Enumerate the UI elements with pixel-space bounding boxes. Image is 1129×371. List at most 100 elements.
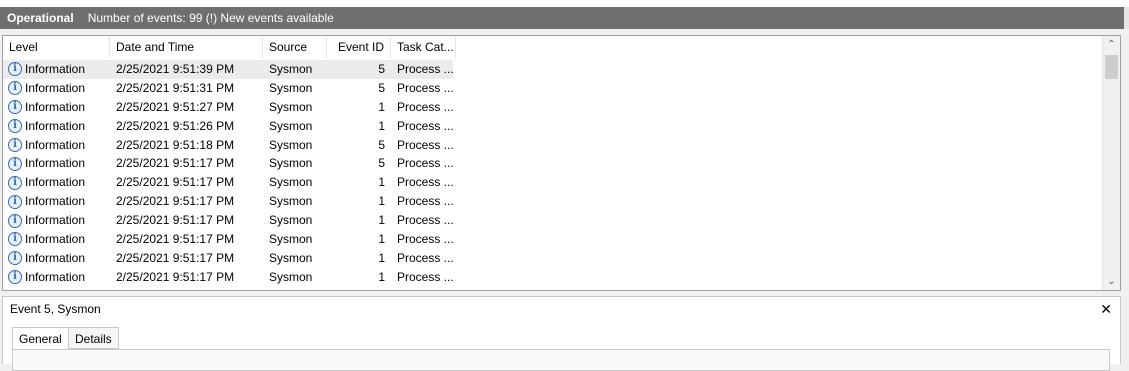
source-cell: Sysmon: [269, 232, 313, 247]
source-cell: Sysmon: [269, 156, 313, 171]
close-icon[interactable]: ✕: [1100, 297, 1112, 321]
level-cell: i Information: [8, 230, 85, 249]
column-header-level[interactable]: Level: [3, 36, 110, 58]
information-icon: i: [8, 100, 22, 115]
level-cell: i Information: [8, 211, 85, 230]
date-time-cell: 2/25/2021 9:51:17 PM: [116, 232, 235, 247]
column-header-task-category[interactable]: Task Cat...: [391, 36, 456, 58]
column-header-event-id[interactable]: Event ID: [327, 36, 391, 58]
event-id-cell: 1: [378, 250, 385, 265]
table-row[interactable]: i Information 2/25/2021 9:51:27 PM Sysmo…: [3, 98, 1103, 117]
table-row[interactable]: i Information 2/25/2021 9:51:26 PM Sysmo…: [3, 117, 1103, 136]
level-cell: i Information: [8, 249, 85, 268]
event-id-cell: 1: [378, 213, 385, 228]
task-category-cell: Process ...: [397, 99, 454, 114]
source-cell: Sysmon: [269, 99, 313, 114]
column-header-date-time[interactable]: Date and Time: [110, 36, 263, 58]
source-cell: Sysmon: [269, 118, 313, 133]
event-list: Level Date and Time Source Event ID Task…: [2, 35, 1121, 291]
chevron-up-icon[interactable]: ⌃: [1103, 36, 1120, 53]
task-category-cell: Process ...: [397, 156, 454, 171]
source-cell: Sysmon: [269, 269, 313, 284]
level-text: Information: [25, 213, 86, 228]
scrollbar-thumb[interactable]: [1105, 55, 1118, 79]
information-icon: i: [8, 175, 22, 190]
vertical-scrollbar[interactable]: ⌃ ⌄: [1102, 36, 1120, 290]
event-id-cell: 5: [378, 156, 385, 171]
level-text: Information: [25, 250, 86, 265]
event-id-cell: 1: [378, 118, 385, 133]
task-category-cell: Process ...: [397, 250, 454, 265]
tab-content: [12, 349, 1110, 371]
level-cell: i Information: [8, 60, 85, 79]
date-time-cell: 2/25/2021 9:51:26 PM: [116, 118, 235, 133]
date-time-cell: 2/25/2021 9:51:31 PM: [116, 80, 235, 95]
level-text: Information: [25, 156, 86, 171]
level-cell: i Information: [8, 154, 85, 173]
information-icon: i: [8, 194, 22, 209]
table-row[interactable]: i Information 2/25/2021 9:51:39 PM Sysmo…: [3, 60, 1103, 79]
table-row[interactable]: i Information 2/25/2021 9:51:17 PM Sysmo…: [3, 249, 1103, 268]
event-detail-header: Event 5, Sysmon ✕: [2, 296, 1121, 321]
level-text: Information: [25, 118, 86, 133]
tab-general[interactable]: General: [12, 327, 69, 350]
source-cell: Sysmon: [269, 250, 313, 265]
table-row[interactable]: i Information 2/25/2021 9:51:17 PM Sysmo…: [3, 268, 1103, 287]
table-row[interactable]: i Information 2/25/2021 9:51:17 PM Sysmo…: [3, 230, 1103, 249]
source-cell: Sysmon: [269, 175, 313, 190]
event-id-cell: 5: [378, 62, 385, 76]
date-time-cell: 2/25/2021 9:51:17 PM: [116, 194, 235, 209]
date-time-cell: 2/25/2021 9:51:17 PM: [116, 175, 235, 190]
event-id-cell: 1: [378, 194, 385, 209]
tab-details[interactable]: Details: [68, 327, 119, 349]
date-time-cell: 2/25/2021 9:51:18 PM: [116, 137, 235, 152]
table-row[interactable]: i Information 2/25/2021 9:51:17 PM Sysmo…: [3, 211, 1103, 230]
event-id-cell: 5: [378, 80, 385, 95]
level-text: Information: [25, 175, 86, 190]
information-icon: i: [8, 81, 22, 96]
column-header-source[interactable]: Source: [263, 36, 327, 58]
level-cell: i Information: [8, 192, 85, 211]
log-header-bar: Operational Number of events: 99 (!) New…: [0, 7, 1129, 29]
level-cell: i Information: [8, 117, 85, 136]
event-count: Number of events: 99 (!) New events avai…: [87, 11, 334, 25]
date-time-cell: 2/25/2021 9:51:17 PM: [116, 250, 235, 265]
information-icon: i: [8, 156, 22, 171]
information-icon: i: [8, 251, 22, 266]
level-text: Information: [25, 99, 86, 114]
chevron-down-icon[interactable]: ⌄: [1103, 273, 1120, 290]
task-category-cell: Process ...: [397, 118, 454, 133]
date-time-cell: 2/25/2021 9:51:17 PM: [116, 269, 235, 284]
level-text: Information: [25, 80, 86, 95]
level-text: Information: [25, 194, 86, 209]
event-id-cell: 1: [378, 175, 385, 190]
task-category-cell: Process ...: [397, 62, 454, 76]
task-category-cell: Process ...: [397, 232, 454, 247]
top-strip: [0, 0, 1129, 7]
table-row[interactable]: i Information 2/25/2021 9:51:17 PM Sysmo…: [3, 173, 1103, 192]
table-row[interactable]: i Information 2/25/2021 9:51:31 PM Sysmo…: [3, 79, 1103, 98]
source-cell: Sysmon: [269, 213, 313, 228]
information-icon: i: [8, 213, 22, 228]
level-cell: i Information: [8, 79, 85, 98]
table-row[interactable]: i Information 2/25/2021 9:51:17 PM Sysmo…: [3, 154, 1103, 173]
task-category-cell: Process ...: [397, 80, 454, 95]
task-category-cell: Process ...: [397, 213, 454, 228]
table-row[interactable]: i Information 2/25/2021 9:51:18 PM Sysmo…: [3, 136, 1103, 155]
information-icon: i: [8, 119, 22, 134]
date-time-cell: 2/25/2021 9:51:17 PM: [116, 156, 235, 171]
table-row[interactable]: i Information 2/25/2021 9:51:17 PM Sysmo…: [3, 192, 1103, 211]
task-category-cell: Process ...: [397, 269, 454, 284]
source-cell: Sysmon: [269, 194, 313, 209]
column-headers: Level Date and Time Source Event ID Task…: [3, 36, 1103, 58]
event-id-cell: 1: [378, 99, 385, 114]
level-text: Information: [25, 62, 86, 76]
level-cell: i Information: [8, 98, 85, 117]
level-cell: i Information: [8, 136, 85, 155]
information-icon: i: [8, 138, 22, 152]
source-cell: Sysmon: [269, 80, 313, 95]
level-text: Information: [25, 232, 86, 247]
information-icon: i: [8, 62, 22, 77]
date-time-cell: 2/25/2021 9:51:17 PM: [116, 213, 235, 228]
information-icon: i: [8, 270, 22, 285]
